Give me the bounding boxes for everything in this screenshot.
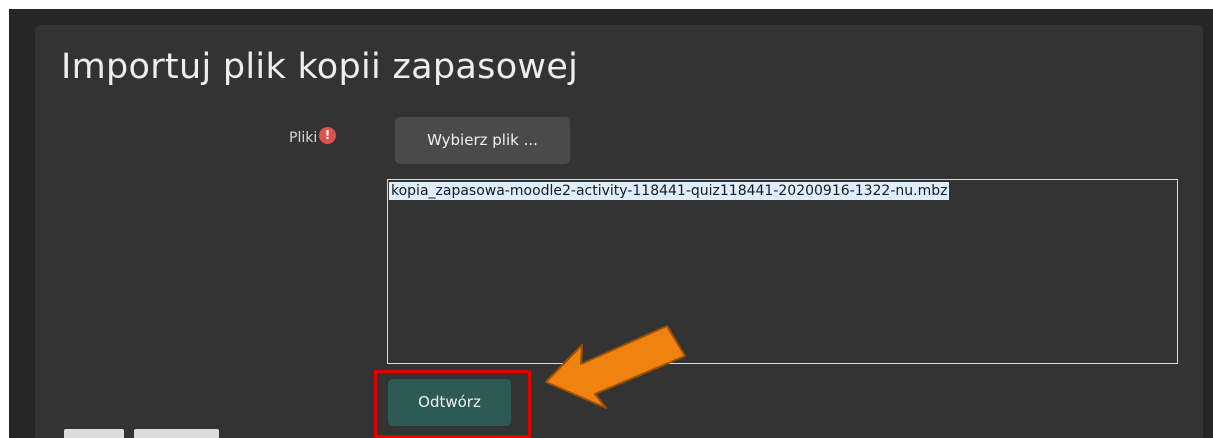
selected-file-name[interactable]: kopia_zapasowa-moodle2-activity-118441-q… bbox=[389, 182, 950, 200]
orange-arrow-icon bbox=[545, 325, 686, 409]
files-label: Pliki bbox=[289, 130, 318, 146]
file-drop-area[interactable]: kopia_zapasowa-moodle2-activity-118441-q… bbox=[387, 179, 1178, 364]
choose-file-button[interactable]: Wybierz plik ... bbox=[395, 117, 570, 164]
highlight-box-annotation bbox=[374, 370, 531, 438]
page-title: Importuj plik kopii zapasowej bbox=[61, 47, 579, 87]
exclamation-circle-icon: ! bbox=[319, 127, 336, 144]
next-section-heading-cutoff bbox=[64, 428, 234, 438]
